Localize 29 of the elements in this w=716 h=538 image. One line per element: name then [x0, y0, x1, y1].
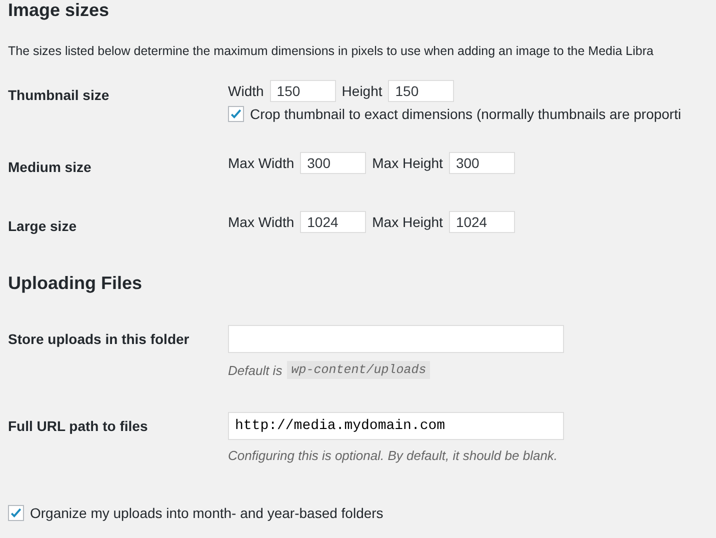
width-label: Width [228, 83, 264, 99]
setting-label: Medium size [8, 158, 92, 175]
section-title: Uploading Files [8, 273, 144, 293]
height-input[interactable]: 150 [388, 80, 454, 102]
organize-label: Organize my uploads into month- and year-based folders [30, 505, 384, 521]
url-input[interactable]: http://media.mydomain.com [228, 412, 564, 440]
hint-text: Default is [228, 362, 282, 378]
hint-text: Configuring this is optional. By default, it should be blank. [228, 448, 558, 463]
width-input[interactable]: 300 [300, 152, 366, 174]
height-label: Max Height [372, 214, 443, 230]
folder-input[interactable] [228, 325, 564, 353]
section-description: The sizes listed below determine the maximum dimensions in pixels to use when adding an image to the Media Libra [8, 43, 654, 59]
setting-label: Large size [8, 217, 78, 234]
setting-label: Store uploads in this folder [8, 330, 190, 349]
width-label: Max Width [228, 214, 294, 230]
width-input[interactable]: 1024 [300, 211, 366, 233]
setting-label: Thumbnail size [8, 86, 110, 105]
section-title: Image sizes [8, 0, 110, 20]
height-input[interactable]: 300 [448, 152, 515, 174]
height-input[interactable]: 1024 [448, 211, 515, 233]
height-label: Height [342, 83, 382, 99]
crop-label: Crop thumbnail to exact dimensions (normally thumbnails are proporti [250, 106, 682, 122]
width-input[interactable]: 150 [270, 80, 336, 102]
organize-checkbox[interactable] [8, 505, 24, 521]
default-path: wp-content/uploads [287, 361, 430, 379]
width-label: Max Width [228, 155, 294, 171]
height-label: Max Height [372, 155, 443, 171]
setting-label: Full URL path to files [8, 417, 149, 436]
crop-checkbox[interactable] [228, 106, 244, 122]
